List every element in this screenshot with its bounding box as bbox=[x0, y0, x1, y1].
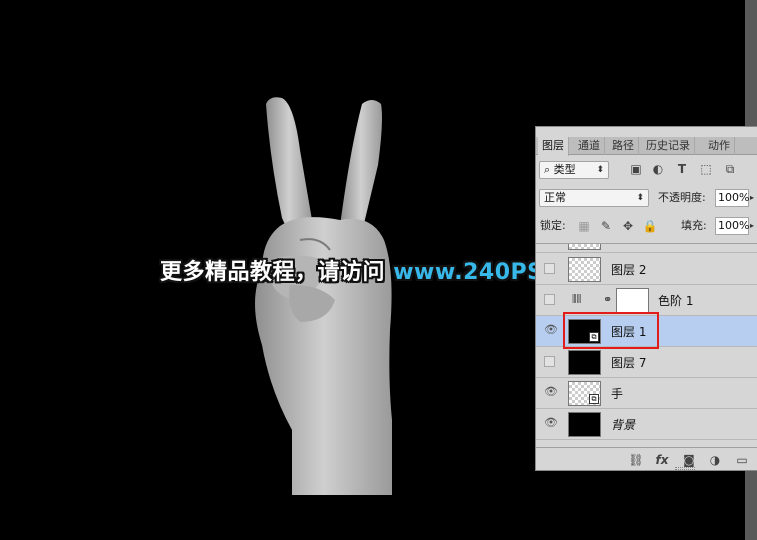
lock-row: 锁定: ▦ ✎ ✥ 🔒 填充: 100% ▸ bbox=[536, 217, 757, 235]
eye-icon[interactable]: 👁 bbox=[544, 386, 558, 398]
layer-thumbnail bbox=[568, 350, 601, 375]
tab-history[interactable]: 历史记录 bbox=[642, 137, 695, 155]
layer-thumbnail bbox=[568, 244, 601, 250]
blend-row: 正常 ⬍ 不透明度: 100% ▸ bbox=[536, 189, 757, 207]
eye-icon[interactable]: 👁 bbox=[544, 417, 558, 429]
lock-position-icon[interactable]: ✥ bbox=[620, 218, 636, 234]
layer-thumbnail bbox=[568, 257, 601, 282]
eye-icon[interactable]: 👁 bbox=[544, 324, 558, 336]
pixel-filter-icon[interactable]: ▣ bbox=[628, 161, 644, 177]
layer-thumbnail bbox=[568, 412, 601, 437]
opacity-input[interactable]: 100% bbox=[715, 189, 749, 207]
search-icon: ⌕ bbox=[544, 163, 554, 176]
lock-all-icon[interactable]: 🔒 bbox=[642, 218, 658, 234]
layer-name[interactable]: 图层 7 bbox=[611, 354, 646, 371]
panel-tabs: 图层 通道 路径 历史记录 动作 bbox=[536, 137, 757, 156]
filter-type-select[interactable]: ⌕ 类型 ⬍ bbox=[539, 161, 609, 179]
layer-row-partial[interactable] bbox=[536, 244, 757, 253]
shape-filter-icon[interactable]: ⬚ bbox=[698, 161, 714, 177]
lock-brush-icon[interactable]: ✎ bbox=[598, 218, 614, 234]
layer-name[interactable]: 背景 bbox=[611, 416, 635, 433]
watermark-main: 更多精品教程，请访问 bbox=[160, 260, 386, 285]
highlight-box bbox=[563, 312, 659, 349]
lock-transparency-icon[interactable]: ▦ bbox=[576, 218, 592, 234]
type-filter-icon[interactable]: T bbox=[674, 161, 690, 177]
layer-list[interactable]: 图层 2 ⫼⫼ ⚭ 色阶 1 👁 ⧉ 图层 1 图层 7 👁 ⧉ 手 👁 背景 bbox=[536, 243, 757, 446]
layer-name[interactable]: 图层 2 bbox=[611, 261, 646, 278]
layer-row-selected[interactable]: 👁 ⧉ 图层 1 bbox=[536, 312, 757, 349]
tab-channels[interactable]: 通道 bbox=[574, 137, 605, 155]
resize-grip[interactable] bbox=[675, 467, 695, 470]
link-icon[interactable]: ⚭ bbox=[603, 293, 612, 306]
panel-footer: ⛓ fx ◙ ◑ ▭ bbox=[536, 447, 757, 471]
visibility-toggle[interactable] bbox=[544, 294, 555, 305]
link-icon[interactable]: ⛓ bbox=[628, 452, 644, 468]
opacity-label: 不透明度: bbox=[658, 191, 706, 204]
smart-object-icon: ⧉ bbox=[589, 394, 599, 404]
layer-row[interactable]: 图层 7 bbox=[536, 347, 757, 378]
chevron-updown-icon: ⬍ bbox=[596, 165, 604, 175]
chevron-updown-icon: ⬍ bbox=[636, 193, 644, 203]
layer-row[interactable]: 图层 2 bbox=[536, 254, 757, 285]
layer-row[interactable]: 👁 ⧉ 手 bbox=[536, 378, 757, 409]
fill-dropdown-icon[interactable]: ▸ bbox=[750, 217, 757, 235]
visibility-toggle[interactable] bbox=[544, 356, 555, 367]
layer-thumbnail: ⧉ bbox=[568, 381, 601, 406]
filter-type-label: 类型 bbox=[553, 163, 576, 176]
smart-object-filter-icon[interactable]: ⧉ bbox=[722, 161, 738, 177]
layer-mask-thumbnail bbox=[616, 288, 649, 313]
blend-mode-value: 正常 bbox=[544, 191, 566, 204]
lock-label: 锁定: bbox=[540, 219, 566, 232]
visibility-toggle[interactable] bbox=[544, 263, 555, 274]
levels-adjustment-icon: ⫼⫼ bbox=[572, 294, 582, 305]
blend-mode-select[interactable]: 正常 ⬍ bbox=[539, 189, 649, 207]
mask-icon[interactable]: ◙ bbox=[681, 452, 697, 468]
layers-panel: 图层 通道 路径 历史记录 动作 ⌕ 类型 ⬍ ▣ ◐ T ⬚ ⧉ 正常 ⬍ 不… bbox=[535, 126, 757, 471]
filter-row: ⌕ 类型 ⬍ ▣ ◐ T ⬚ ⧉ bbox=[536, 161, 757, 179]
fill-input[interactable]: 100% bbox=[715, 217, 749, 235]
layer-row[interactable]: 👁 背景 bbox=[536, 409, 757, 440]
fill-label: 填充: bbox=[681, 219, 707, 232]
adjustment-filter-icon[interactable]: ◐ bbox=[650, 161, 666, 177]
folder-icon[interactable]: ▭ bbox=[734, 452, 750, 468]
layer-name[interactable]: 手 bbox=[611, 385, 623, 402]
tab-paths[interactable]: 路径 bbox=[608, 137, 639, 155]
opacity-dropdown-icon[interactable]: ▸ bbox=[750, 189, 757, 207]
tab-layers[interactable]: 图层 bbox=[538, 137, 569, 156]
adjustment-icon[interactable]: ◑ bbox=[707, 452, 723, 468]
tab-actions[interactable]: 动作 bbox=[704, 137, 735, 155]
fx-icon[interactable]: fx bbox=[654, 452, 670, 468]
layer-name[interactable]: 色阶 1 bbox=[658, 292, 693, 309]
